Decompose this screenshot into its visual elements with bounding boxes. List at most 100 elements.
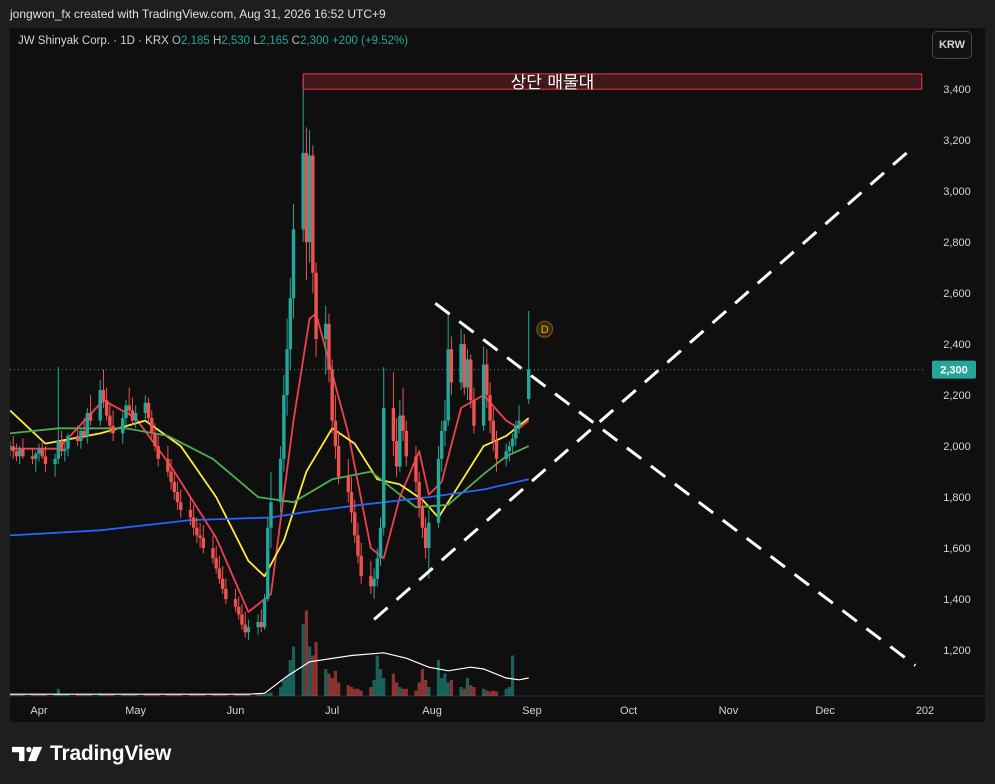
candle-body [465, 359, 470, 388]
trendline [373, 144, 917, 621]
candle-body [166, 458, 170, 472]
resistance-zone [302, 73, 923, 90]
candle-body [34, 453, 38, 459]
price-tick-label: 3,000 [943, 186, 971, 198]
candle-body [59, 441, 64, 452]
candle-body [156, 446, 160, 459]
volume-bar [369, 687, 373, 696]
brand-name: TradingView [50, 742, 172, 765]
tradingview-brand[interactable]: TradingView [12, 742, 171, 766]
candle-body [494, 441, 499, 459]
volume-bar [279, 687, 283, 696]
candle-body [121, 418, 125, 434]
candle-body [472, 400, 476, 426]
volume-bar [269, 692, 273, 696]
time-tick-label: Jul [325, 705, 339, 717]
time-axis-band [10, 696, 985, 722]
volume-bar [56, 688, 60, 696]
candle-body [146, 402, 151, 419]
candle-body [375, 558, 379, 579]
volume-bar [417, 682, 421, 696]
volume-bar [449, 679, 453, 696]
candle-body [507, 446, 512, 452]
price-tick-label: 2,400 [943, 339, 971, 351]
time-tick-label: Dec [815, 705, 835, 717]
candle-body [233, 599, 238, 607]
volume-bar [359, 690, 363, 696]
candle-body [43, 456, 48, 464]
volume-bar [375, 655, 379, 696]
volume-bar [462, 688, 466, 696]
candle-body [214, 558, 218, 569]
candle-body [17, 448, 22, 457]
volume-bar [378, 669, 383, 696]
price-tick-label: 2,200 [943, 390, 971, 402]
candle-body [446, 349, 450, 421]
candle-body [217, 568, 222, 579]
candle-body [243, 624, 247, 633]
candle-body [191, 517, 196, 528]
candle-body [133, 412, 138, 421]
candle-body [510, 438, 515, 447]
volume-bar [469, 685, 473, 696]
volume-bar [465, 678, 470, 696]
chart-pane[interactable]: 상단 매물대 D 1,200 1,400 1,600 1,800 2,000 2,200 2,4… [10, 28, 985, 722]
volume-bar [382, 678, 386, 696]
volume-bar [482, 688, 486, 696]
volume-bar [472, 687, 476, 696]
legend-change: +200 (+9.52%) [331, 35, 409, 47]
candle-body [491, 420, 495, 442]
candle-body [220, 578, 225, 589]
candle-body [282, 395, 286, 459]
volume-bar [414, 690, 418, 696]
candle-body [179, 502, 183, 510]
volume-bar [424, 679, 428, 696]
legend-symbol: JW Shinyak Corp. · 1D · KRX [18, 35, 169, 47]
volume-bar [353, 688, 357, 696]
time-tick-label: Nov [719, 705, 739, 717]
volume-bar [256, 694, 260, 696]
volume-bar [333, 670, 338, 696]
candle-body [30, 456, 35, 459]
candle-body [427, 522, 431, 549]
candle-body [420, 507, 425, 528]
legend-low: 2,165 [259, 35, 289, 47]
volume-bar [440, 678, 444, 696]
candle-body [40, 448, 44, 457]
candle-body [327, 323, 331, 370]
volume-bar [494, 691, 499, 696]
volume-bar [459, 687, 463, 696]
volume-bar [511, 655, 515, 696]
price-chart[interactable]: 상단 매물대 D 1,200 1,400 1,600 1,800 2,000 2,200 2,4… [10, 28, 985, 722]
volume-bar [266, 693, 270, 696]
candle-body [14, 451, 19, 457]
candle-body [330, 369, 334, 421]
legend-high: 2,530 [221, 35, 251, 47]
volume-bar [436, 660, 441, 696]
price-tick-label: 3,200 [943, 135, 971, 147]
candle-body [201, 537, 206, 549]
time-tick-label: Sep [522, 705, 542, 717]
price-tick-label: 2,800 [943, 237, 971, 249]
time-tick-label: May [125, 705, 146, 717]
last-price-tag-label: 2,300 [940, 365, 968, 377]
candle-body [336, 446, 341, 477]
candle-body [266, 527, 270, 600]
volume-bar [259, 694, 263, 696]
candle-body [101, 390, 106, 401]
volume-bar [491, 690, 495, 696]
candle-body [514, 425, 518, 439]
currency-button[interactable]: KRW [932, 31, 972, 59]
volume-bar [485, 690, 489, 696]
volume-bar [314, 642, 318, 696]
volume-bar [504, 688, 508, 696]
candle-body [143, 402, 148, 413]
volume-bar [324, 669, 328, 696]
candle-body [459, 344, 463, 383]
legend-open-label: O [172, 35, 181, 47]
volume-bar [372, 679, 376, 696]
candle-body [449, 349, 454, 383]
candle-body [324, 323, 328, 340]
candle-body [37, 448, 41, 454]
time-tick-label: Oct [620, 705, 637, 717]
